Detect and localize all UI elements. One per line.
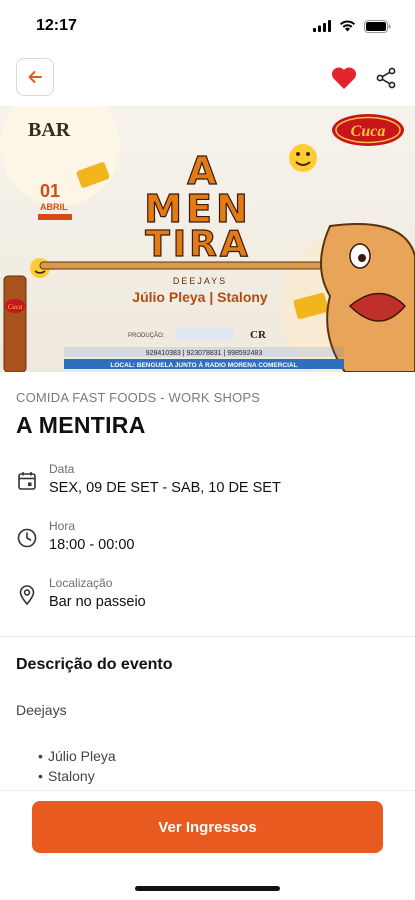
wifi-icon (340, 20, 355, 32)
date-label: Data (49, 462, 75, 476)
poster-phones: 928410383 | 923078831 | 998592483 (146, 350, 263, 357)
location-label: Localização (49, 576, 113, 590)
signal-icon (313, 20, 331, 32)
event-poster-image: BAR Cuca 01 ABRIL A MEN TIRA DEEJAYS Júl… (0, 106, 415, 372)
list-item: Júlio Pleya (38, 748, 116, 768)
time-value: 18:00 - 00:00 (49, 537, 135, 553)
description-list: Júlio Pleya Stalony (38, 748, 116, 788)
location-pin-icon (19, 585, 35, 606)
back-arrow-icon (28, 71, 42, 83)
time-label: Hora (49, 519, 76, 533)
status-time: 12:17 (36, 17, 77, 34)
info-row-location: Localização Bar no passeio (16, 576, 396, 616)
poster-artwork: BAR Cuca 01 ABRIL A MEN TIRA DEEJAYS Júl… (0, 106, 415, 372)
clock-icon (17, 528, 37, 548)
home-indicator[interactable] (135, 886, 280, 891)
info-row-date: Data SEX, 09 DE SET - SAB, 10 DE SET (16, 462, 396, 502)
event-category: COMIDA FAST FOODS - WORK SHOPS (16, 390, 261, 405)
calendar-icon (18, 472, 36, 490)
poster-production-label: PRODUÇÃO: (128, 332, 165, 339)
description-intro: Deejays (16, 702, 67, 718)
battery-icon (364, 19, 391, 33)
poster-date-month: ABRIL (40, 202, 68, 212)
date-value: SEX, 09 DE SET - SAB, 10 DE SET (49, 480, 281, 496)
poster-producer-logo: CR (250, 329, 267, 341)
poster-title-line3: TIRA (145, 224, 251, 265)
poster-deejays-label: DEEJAYS (173, 276, 227, 286)
favorite-button[interactable] (330, 64, 358, 92)
poster-date-day: 01 (40, 181, 60, 201)
status-bar: 12:17 (0, 0, 415, 52)
poster-performers: Júlio Pleya | Stalony (132, 289, 268, 305)
poster-location: LOCAL: BENGUELA JUNTO À RADIO MORENA COM… (110, 360, 297, 369)
heart-icon (331, 67, 357, 89)
view-tickets-button[interactable]: Ver Ingressos (32, 801, 383, 853)
poster-brand: BAR (28, 119, 71, 141)
poster-sponsor: Cuca (351, 123, 386, 140)
share-button[interactable] (372, 64, 400, 92)
section-divider (0, 636, 415, 637)
info-row-time: Hora 18:00 - 00:00 (16, 519, 396, 559)
poster-bottle-label: Cuca (8, 303, 23, 311)
list-item: Stalony (38, 768, 116, 788)
location-value: Bar no passeio (49, 594, 146, 610)
share-icon (376, 67, 396, 89)
status-icons (313, 19, 391, 33)
back-button[interactable] (16, 58, 54, 96)
top-action-bar (0, 58, 415, 98)
event-title: A MENTIRA (16, 412, 146, 438)
description-title: Descrição do evento (16, 656, 173, 673)
bottom-action-bar: Ver Ingressos (0, 790, 415, 900)
